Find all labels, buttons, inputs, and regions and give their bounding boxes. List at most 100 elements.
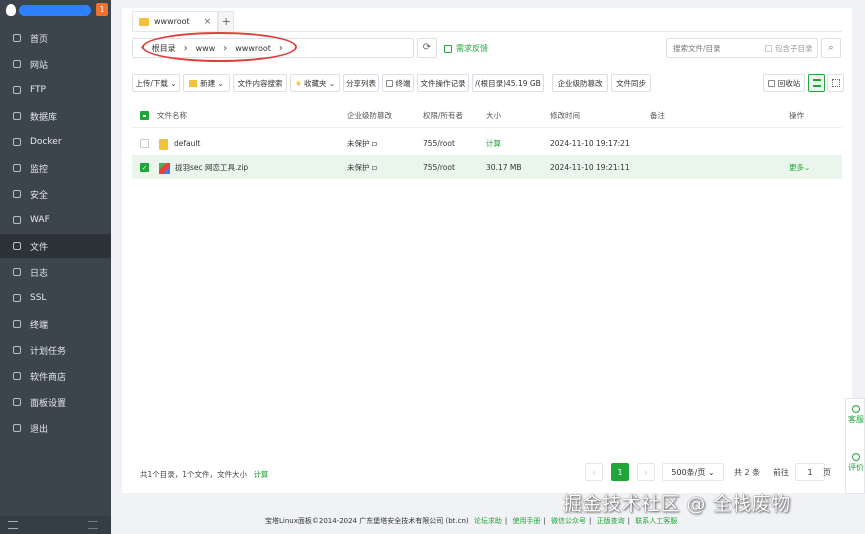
upload-download-button[interactable]: 上传/下载 ⌄ <box>132 74 180 92</box>
perm-cell[interactable]: 755/root <box>423 132 455 155</box>
size-calc-link[interactable]: 计算 <box>486 132 501 155</box>
add-tab-button[interactable]: + <box>218 11 235 31</box>
logout-icon <box>13 424 21 432</box>
total-count: 共 2 条 <box>734 468 761 477</box>
row-checkbox[interactable]: ✓ <box>140 163 149 172</box>
footer-link-wechat[interactable]: 微信公众号 <box>551 517 586 525</box>
sidebar-item-15[interactable]: 退出 <box>0 416 111 440</box>
recycle-bin-button[interactable]: 回收站 <box>763 74 805 92</box>
sidebar-item-6[interactable]: 安全 <box>0 182 111 206</box>
clock-icon <box>13 346 21 354</box>
search-input[interactable] <box>673 43 765 53</box>
close-icon[interactable]: × <box>204 17 212 27</box>
file-name[interactable]: 拢羽sec 网恋工具.zip <box>175 163 248 172</box>
sidebar: 1 首页 网站 FTP 数据库 Docker 监控安全 WAF 文件日志 SSL 终端计划任务软件… <box>0 0 111 534</box>
content-search-button[interactable]: 文件内容搜索 <box>233 74 287 92</box>
footer-link-genuine[interactable]: 正版查询 <box>597 517 625 525</box>
op-log-button[interactable]: 文件操作记录 <box>417 74 469 92</box>
file-name[interactable]: default <box>174 139 200 148</box>
more-button[interactable]: 更多⌄ <box>789 156 810 179</box>
prev-page-button[interactable]: ‹ <box>585 463 603 481</box>
grid-icon <box>831 79 840 87</box>
home-icon <box>13 34 21 42</box>
share-list-button[interactable]: 分享列表 <box>343 74 379 92</box>
sidebar-item-8[interactable]: 文件 <box>0 234 111 258</box>
sidebar-item-5[interactable]: 监控 <box>0 156 111 180</box>
sidebar-item-7[interactable]: WAF <box>0 208 111 232</box>
sidebar-item-1[interactable]: 网站 <box>0 52 111 76</box>
tab-wwwroot[interactable]: wwwroot × <box>132 11 219 31</box>
protect-cell[interactable]: 未保护 <box>347 132 377 155</box>
review-button[interactable]: 评价 <box>846 453 865 473</box>
floating-service-bar: 客服 评价 <box>845 398 865 494</box>
footer-link-support[interactable]: 联系人工客服 <box>635 517 677 525</box>
list-view-button[interactable] <box>808 74 825 92</box>
summary-calc-link[interactable]: 计算 <box>253 470 268 479</box>
sidebar-item-label: 数据库 <box>30 112 58 123</box>
sidebar-item-2[interactable]: FTP <box>0 78 111 102</box>
terminal-icon <box>385 79 393 87</box>
annotation-circle <box>142 32 297 62</box>
sidebar-item-label: 计划任务 <box>30 346 67 357</box>
terminal-button[interactable]: 终端 <box>382 74 414 92</box>
footer-link-manual[interactable]: 使用手册 <box>512 517 540 525</box>
terminal-label: 终端 <box>395 78 411 88</box>
sidebar-item-13[interactable]: 软件商店 <box>0 364 111 388</box>
content-search-label: 文件内容搜索 <box>237 78 283 88</box>
col-name[interactable]: 文件名称 <box>157 105 187 127</box>
sidebar-item-10[interactable]: SSL <box>0 286 111 310</box>
sidebar-item-label: 日志 <box>30 268 49 279</box>
goto-page-input[interactable]: 1 <box>795 463 825 481</box>
col-mtime[interactable]: 修改时间 <box>550 105 580 127</box>
refresh-button[interactable]: ⟳ <box>417 38 437 58</box>
new-button[interactable]: 新建 ⌄ <box>183 74 230 92</box>
sidebar-item-11[interactable]: 终端 <box>0 312 111 336</box>
lock-icon <box>371 142 377 146</box>
file-name-cell[interactable]: 拢羽sec 网恋工具.zip <box>159 156 248 179</box>
file-name-cell[interactable]: default <box>159 132 200 155</box>
col-size[interactable]: 大小 <box>486 105 501 127</box>
select-all-checkbox[interactable] <box>140 111 149 120</box>
sidebar-item-12[interactable]: 计划任务 <box>0 338 111 362</box>
table-row[interactable]: ✓ 拢羽sec 网恋工具.zip 未保护 755/root 30.17 MB 2… <box>132 156 842 179</box>
sidebar-item-4[interactable]: Docker <box>0 130 111 154</box>
docker-icon <box>13 138 21 146</box>
table-row[interactable]: default 未保护 755/root 计算 2024-11-10 19:17… <box>132 132 842 155</box>
mtime-cell: 2024-11-10 19:21:11 <box>550 163 630 172</box>
col-ops: 操作 <box>789 111 804 120</box>
disk-button[interactable]: /(根目录)45.19 GB <box>472 74 544 92</box>
perm-cell[interactable]: 755/root <box>423 156 455 179</box>
page-1-button[interactable]: 1 <box>611 463 629 481</box>
search-button[interactable]: ⌕ <box>821 38 841 58</box>
notification-badge[interactable]: 1 <box>96 3 108 16</box>
sidebar-item-14[interactable]: 面板设置 <box>0 390 111 414</box>
sidebar-item-label: SSL <box>30 293 47 303</box>
customer-service-button[interactable]: 客服 <box>846 405 865 425</box>
feedback-link[interactable]: 需求反馈 <box>444 43 488 54</box>
sidebar-item-label: 监控 <box>30 164 49 175</box>
file-sync-button[interactable]: 文件同步 <box>611 74 651 92</box>
grid-view-button[interactable] <box>827 74 844 92</box>
folder-icon <box>189 79 198 87</box>
footer-link-forum[interactable]: 论坛求助 <box>474 517 502 525</box>
favorites-button[interactable]: ★ 收藏夹 ⌄ <box>290 74 340 92</box>
menu-icon[interactable] <box>8 521 18 529</box>
next-page-button[interactable]: › <box>637 463 655 481</box>
subdir-checkbox[interactable] <box>765 44 772 52</box>
settings-icon <box>13 398 21 406</box>
enterprise-protect-button[interactable]: 企业级防篡改 <box>552 74 608 92</box>
row-checkbox[interactable] <box>140 139 149 148</box>
collapse-icon[interactable] <box>88 521 98 529</box>
hostname-redacted[interactable] <box>19 5 91 16</box>
shield-icon <box>13 190 21 198</box>
sidebar-item-3[interactable]: 数据库 <box>0 104 111 128</box>
sync-label: 文件同步 <box>616 78 646 88</box>
sidebar-item-9[interactable]: 日志 <box>0 260 111 284</box>
col-note: 备注 <box>650 111 665 120</box>
list-icon <box>812 79 821 87</box>
tab-label: wwwroot <box>154 17 190 26</box>
sidebar-item-0[interactable]: 首页 <box>0 26 111 50</box>
feedback-label: 需求反馈 <box>456 44 488 53</box>
protect-cell[interactable]: 未保护 <box>347 156 377 179</box>
per-page-select[interactable]: 500条/页 ⌄ <box>662 463 724 481</box>
